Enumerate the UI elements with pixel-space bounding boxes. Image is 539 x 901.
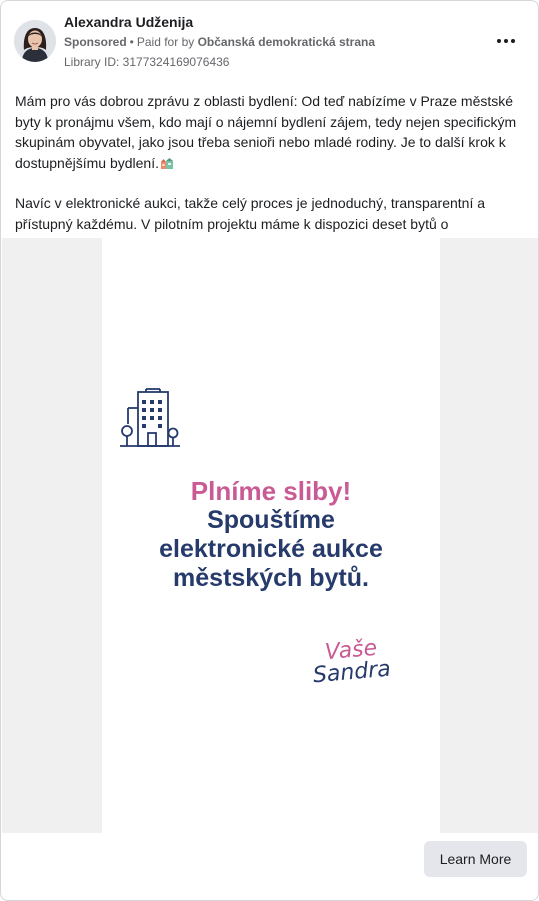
headline-line: elektronické aukce — [159, 535, 383, 563]
sponsored-post-card: Alexandra Udženija Sponsored • Paid for by… — [0, 0, 539, 901]
post-paragraph: Navíc v elektronické aukci, takže celý p… — [15, 195, 486, 232]
signature-line: Sandra — [311, 656, 392, 689]
more-options-icon[interactable] — [494, 29, 518, 53]
learn-more-button[interactable]: Learn More — [424, 841, 527, 877]
ad-media[interactable]: Plníme sliby! Spouštíme elektronické auk… — [2, 238, 538, 833]
headline-pink: Plníme sliby! — [190, 476, 352, 506]
headline-line: městských bytů. — [173, 564, 369, 592]
post-text: Mám pro vás dobrou zprávu z oblasti bydl… — [15, 91, 527, 234]
headline-line: Spouštíme — [207, 506, 335, 534]
sponsor-line: Sponsored • Paid for by Občanská demokrati… — [64, 35, 375, 49]
author-name[interactable]: Alexandra Udženija — [64, 14, 193, 30]
handwritten-signature: Vaše Sandra — [310, 636, 392, 689]
library-id: Library ID: 3177324169076436 — [64, 55, 230, 69]
ad-headline: Plníme sliby! Spouštíme elektronické auk… — [102, 476, 440, 593]
house-emoji-icon — [160, 157, 173, 169]
dot-separator: • — [129, 35, 134, 49]
post-paragraph: Mám pro vás dobrou zprávu z oblasti bydl… — [15, 93, 517, 171]
avatar[interactable] — [14, 20, 56, 62]
ad-creative[interactable]: Plníme sliby! Spouštíme elektronické auk… — [102, 238, 440, 833]
paid-for-organization[interactable]: Občanská demokratická strana — [198, 35, 375, 49]
post-footer: Learn More — [1, 833, 538, 900]
sponsored-label: Sponsored — [64, 35, 127, 49]
post-header: Alexandra Udženija Sponsored • Paid for by… — [1, 1, 538, 81]
paid-for-prefix: Paid for by — [136, 35, 195, 49]
city-building-icon — [120, 388, 180, 447]
